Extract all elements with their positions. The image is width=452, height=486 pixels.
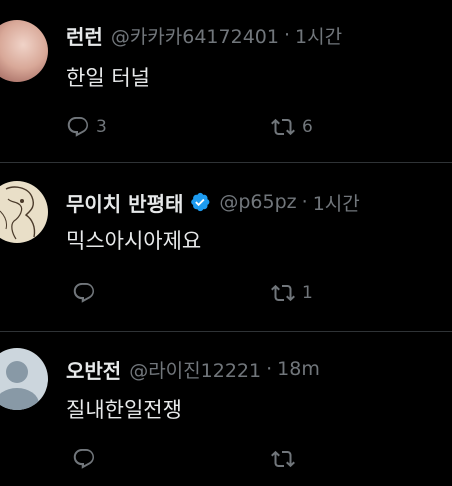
tweet-1[interactable]: 런런 @카카카64172401 · 1시간 한일 터널 3 6 — [0, 0, 452, 162]
reply-icon — [73, 283, 94, 303]
retweet-icon — [271, 450, 295, 468]
author-handle[interactable]: @p65pz — [219, 191, 296, 213]
separator-dot: · — [283, 24, 291, 46]
tweet-text: 믹스아시아제요 — [66, 229, 202, 253]
author-name[interactable]: 무이치 반평태 — [66, 188, 183, 217]
retweet-icon — [271, 118, 295, 136]
sketch-avatar-icon — [0, 186, 36, 240]
tweet-1-header: 런런 @카카카64172401 · 1시간 — [66, 20, 342, 50]
author-name[interactable]: 런런 — [66, 21, 103, 50]
retweet-button[interactable]: 1 — [270, 280, 313, 306]
avatar-1[interactable] — [0, 20, 48, 84]
reply-button[interactable] — [72, 280, 102, 306]
reply-icon — [73, 449, 94, 469]
separator-dot: · — [266, 358, 273, 380]
retweet-button[interactable]: 6 — [270, 114, 313, 140]
avatar-2[interactable] — [0, 181, 48, 245]
timestamp[interactable]: 1시간 — [313, 189, 360, 216]
avatar-3[interactable] — [0, 348, 48, 412]
retweet-icon — [271, 284, 295, 302]
tweet-3[interactable]: 오반전 @라이진12221 · 18m 질내한일전쟁 — [0, 332, 452, 486]
retweet-count: 6 — [302, 117, 313, 137]
reply-icon — [67, 117, 88, 137]
author-handle[interactable]: @라이진12221 — [129, 356, 261, 383]
timestamp[interactable]: 18m — [277, 358, 320, 380]
retweet-count: 1 — [302, 283, 313, 303]
verified-badge-icon — [189, 191, 211, 213]
timestamp[interactable]: 1시간 — [295, 22, 342, 49]
tweet-text: 질내한일전쟁 — [66, 398, 182, 422]
tweet-2[interactable]: 무이치 반평태 @p65pz · 1시간 믹스아시아제요 1 — [0, 163, 452, 330]
default-avatar-icon — [0, 361, 39, 410]
author-name[interactable]: 오반전 — [66, 355, 121, 384]
separator-dot: · — [301, 191, 308, 213]
reply-button[interactable] — [72, 446, 102, 472]
reply-button[interactable]: 3 — [66, 114, 107, 140]
reply-count: 3 — [96, 117, 107, 137]
tweet-text: 한일 터널 — [66, 66, 150, 90]
retweet-button[interactable] — [270, 446, 302, 472]
author-handle[interactable]: @카카카64172401 — [111, 22, 279, 49]
tweet-3-header: 오반전 @라이진12221 · 18m — [66, 354, 320, 384]
tweet-2-header: 무이치 반평태 @p65pz · 1시간 — [66, 187, 360, 217]
